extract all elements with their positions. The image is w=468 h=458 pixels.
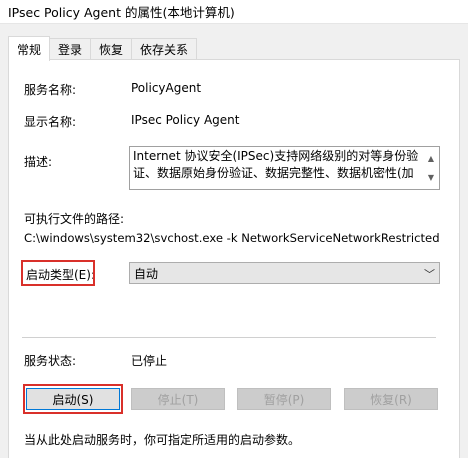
chevron-down-icon[interactable]: ﹀ (424, 266, 435, 282)
description-scrollbar[interactable]: ▲ ▼ (423, 147, 439, 189)
startup-type-selected: 自动 (134, 266, 159, 281)
service-status-value: 已停止 (131, 354, 168, 368)
pause-button[interactable]: 暂停(P) (237, 388, 331, 410)
service-status-label: 服务状态: (24, 354, 77, 368)
display-name-value[interactable]: IPsec Policy Agent (131, 113, 239, 127)
service-name-label: 服务名称: (24, 83, 77, 97)
window-title: IPsec Policy Agent 的属性(本地计算机) (8, 5, 235, 20)
section-divider (22, 337, 436, 338)
tab-recovery[interactable]: 恢复 (90, 38, 133, 60)
exe-path-label: 可执行文件的路径: (24, 212, 125, 226)
tab-logon[interactable]: 登录 (49, 38, 92, 60)
tab-dependencies[interactable]: 依存关系 (131, 38, 198, 60)
tab-strip: 常规 登录 恢复 依存关系 (8, 36, 198, 61)
resume-button[interactable]: 恢复(R) (344, 388, 438, 410)
description-textbox[interactable]: Internet 协议安全(IPSec)支持网络级别的对等身份验证、数据原始身份… (129, 146, 440, 190)
tab-general[interactable]: 常规 (8, 36, 51, 61)
stop-button[interactable]: 停止(T) (131, 388, 225, 410)
startup-type-highlight (21, 260, 95, 286)
title-bar: IPsec Policy Agent 的属性(本地计算机) (0, 0, 468, 24)
service-name-value[interactable]: PolicyAgent (131, 81, 201, 95)
exe-path-value[interactable]: C:\windows\system32\svchost.exe -k Netwo… (24, 231, 440, 245)
description-label: 描述: (24, 155, 53, 169)
hint-text: 当从此处启动服务时，你可指定所适用的启动参数。 (24, 433, 301, 447)
scroll-up-icon[interactable]: ▲ (428, 150, 434, 167)
display-name-label: 显示名称: (24, 115, 77, 129)
description-text: Internet 协议安全(IPSec)支持网络级别的对等身份验证、数据原始身份… (133, 149, 419, 180)
startup-type-dropdown[interactable]: 自动 ﹀ (129, 262, 440, 284)
start-button-highlight (23, 384, 123, 414)
scroll-down-icon[interactable]: ▼ (428, 169, 434, 186)
